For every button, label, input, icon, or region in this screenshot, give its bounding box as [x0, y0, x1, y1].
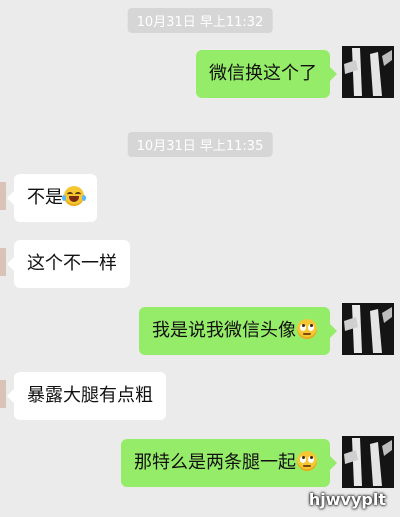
message-text: 那特么是两条腿一起 — [134, 452, 296, 473]
contact-avatar[interactable] — [0, 380, 6, 408]
contact-avatar[interactable] — [0, 182, 6, 210]
message-text: 我是说我微信头像 — [152, 320, 296, 341]
laughing-tears-emoji-icon — [62, 186, 86, 206]
message-text: 不是 — [27, 187, 63, 208]
message-bubble-outgoing[interactable]: 我是说我微信头像 — [139, 307, 337, 355]
user-avatar[interactable] — [342, 436, 394, 488]
message-bubble-outgoing[interactable]: 那特么是两条腿一起 — [121, 439, 337, 487]
avatar-image — [342, 303, 394, 355]
watermark: hjwvyplt — [308, 490, 386, 509]
message-text: 这个不一样 — [27, 253, 117, 274]
message-text: 暴露大腿有点粗 — [27, 385, 153, 406]
contact-avatar[interactable] — [0, 248, 6, 276]
message-bubble-outgoing[interactable]: 微信换这个了 — [196, 50, 337, 98]
message-bubble-incoming[interactable]: 这个不一样 — [7, 240, 130, 288]
user-avatar[interactable] — [342, 46, 394, 98]
message-text: 微信换这个了 — [209, 63, 317, 84]
timestamp: 10月31日 早上11:32 — [127, 8, 273, 33]
user-avatar[interactable] — [342, 303, 394, 355]
message-bubble-incoming[interactable]: 不是 — [7, 174, 97, 222]
eye-roll-emoji-icon — [297, 451, 317, 471]
eye-roll-emoji-icon — [297, 319, 317, 339]
avatar-image — [342, 46, 394, 98]
avatar-image — [342, 436, 394, 488]
timestamp: 10月31日 早上11:35 — [127, 132, 273, 157]
message-bubble-incoming[interactable]: 暴露大腿有点粗 — [7, 372, 166, 420]
